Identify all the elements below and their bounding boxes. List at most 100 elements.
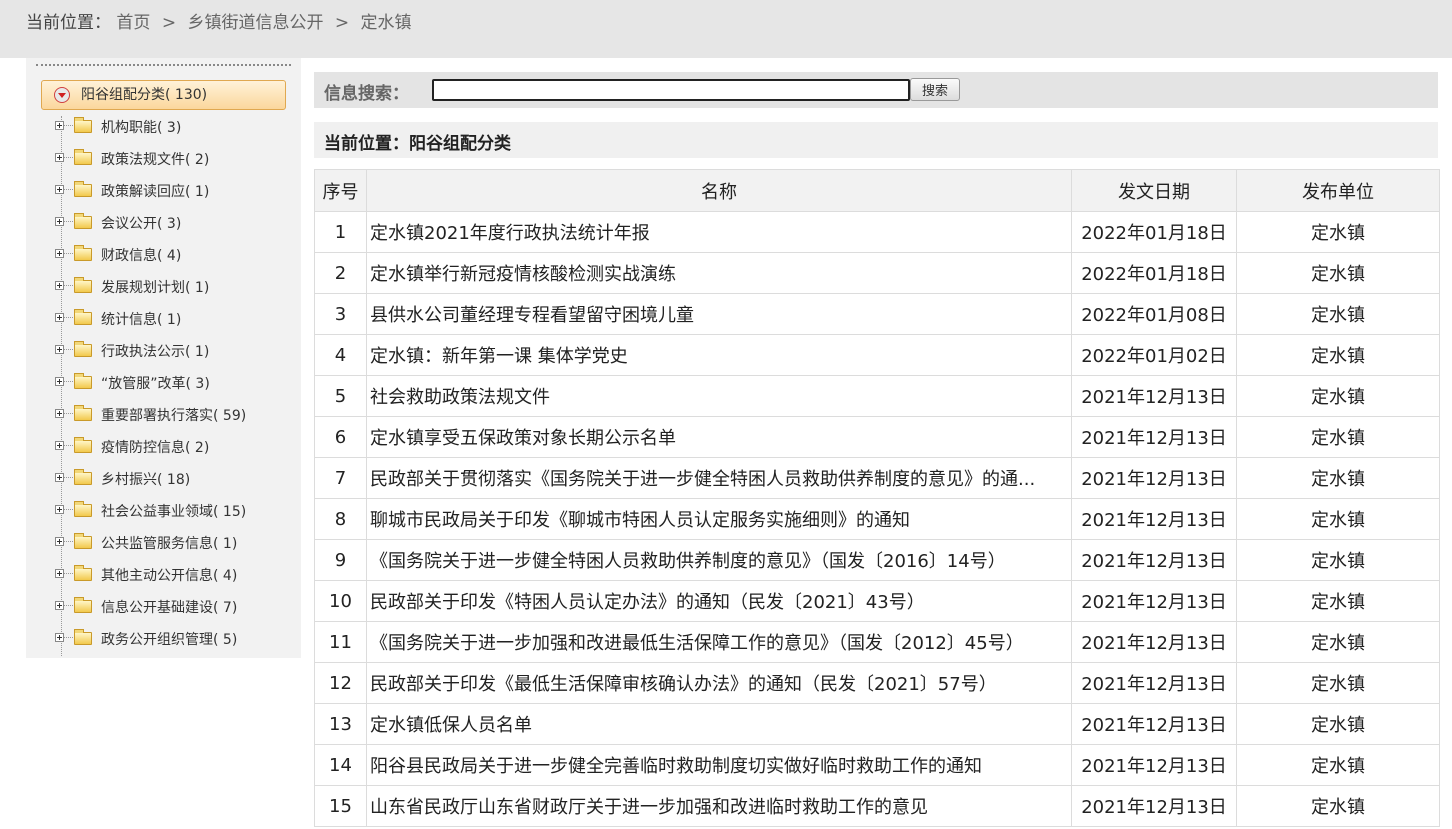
expand-icon[interactable] (55, 537, 64, 546)
tree-item[interactable]: 行政执法公示( 1) (55, 340, 295, 364)
table-row: 10 民政部关于印发《特困人员认定办法》的通知（民发〔2021〕43号） 2021年… (314, 580, 1440, 622)
expand-icon[interactable] (55, 313, 64, 322)
tree-item[interactable]: 其他主动公开信息( 4) (55, 564, 295, 588)
folder-icon (74, 565, 92, 581)
publisher: 定水镇 (1236, 375, 1440, 417)
document-title-link[interactable]: 定水镇：新年第一课 集体学党史 (366, 334, 1072, 376)
document-title-link[interactable]: 民政部关于印发《最低生活保障审核确认办法》的通知（民发〔2021〕57号） (366, 662, 1072, 704)
row-index: 3 (314, 293, 367, 335)
tree-item[interactable]: 社会公益事业领域( 15) (55, 500, 295, 524)
tree-connector (64, 509, 73, 510)
document-title-link[interactable]: 县供水公司董经理专程看望留守困境儿童 (366, 293, 1072, 335)
collapse-icon[interactable] (54, 87, 70, 103)
tree-item-label[interactable]: 发展规划计划( 1) (101, 276, 209, 300)
document-title-link[interactable]: 定水镇享受五保政策对象长期公示名单 (366, 416, 1072, 458)
tree-item-label[interactable]: 重要部署执行落实( 59) (101, 404, 246, 428)
tree-item-label[interactable]: 机构职能( 3) (101, 116, 181, 140)
tree-item[interactable]: 信息公开基础建设( 7) (55, 596, 295, 620)
expand-icon[interactable] (55, 601, 64, 610)
search-input[interactable] (432, 79, 910, 101)
expand-icon[interactable] (55, 217, 64, 226)
tree-item[interactable]: 政策解读回应( 1) (55, 180, 295, 204)
tree-item-label[interactable]: “放管服”改革( 3) (101, 372, 210, 396)
tree-item[interactable]: 发展规划计划( 1) (55, 276, 295, 300)
tree-connector (64, 125, 73, 126)
expand-icon[interactable] (55, 633, 64, 642)
tree-item-label[interactable]: 其他主动公开信息( 4) (101, 564, 237, 588)
publish-date: 2022年01月02日 (1071, 334, 1237, 376)
tree-item-label[interactable]: 行政执法公示( 1) (101, 340, 209, 364)
table-row: 4 定水镇：新年第一课 集体学党史 2022年01月02日 定水镇 (314, 334, 1440, 376)
breadcrumb-current-link[interactable]: 定水镇 (361, 13, 412, 33)
tree-item-label[interactable]: 疫情防控信息( 2) (101, 436, 209, 460)
document-title-link[interactable]: 社会救助政策法规文件 (366, 375, 1072, 417)
search-button[interactable]: 搜索 (910, 78, 960, 101)
publisher: 定水镇 (1236, 662, 1440, 704)
document-title-link[interactable]: 定水镇低保人员名单 (366, 703, 1072, 745)
expand-icon[interactable] (55, 153, 64, 162)
document-title-link[interactable]: 《国务院关于进一步健全特困人员救助供养制度的意见》（国发〔2016〕14号） (366, 539, 1072, 581)
document-title-link[interactable]: 阳谷县民政局关于进一步健全完善临时救助制度切实做好临时救助工作的通知 (366, 744, 1072, 786)
folder-icon (74, 245, 92, 261)
breadcrumb-home-link[interactable]: 首页 (116, 13, 150, 33)
expand-icon[interactable] (55, 441, 64, 450)
tree-item-label[interactable]: 政务公开组织管理( 5) (101, 628, 237, 652)
expand-icon[interactable] (55, 473, 64, 482)
tree-item[interactable]: 统计信息( 1) (55, 308, 295, 332)
publish-date: 2021年12月13日 (1071, 580, 1237, 622)
tree-item-label[interactable]: 财政信息( 4) (101, 244, 181, 268)
expand-icon[interactable] (55, 121, 64, 130)
tree-item[interactable]: 重要部署执行落实( 59) (55, 404, 295, 428)
expand-icon[interactable] (55, 377, 64, 386)
publish-date: 2021年12月13日 (1071, 457, 1237, 499)
expand-icon[interactable] (55, 345, 64, 354)
expand-icon[interactable] (55, 185, 64, 194)
row-index: 6 (314, 416, 367, 458)
document-title-link[interactable]: 民政部关于贯彻落实《国务院关于进一步健全特困人员救助供养制度的意见》的通... (366, 457, 1072, 499)
tree-item-label[interactable]: 政策法规文件( 2) (101, 148, 209, 172)
tree-item-label[interactable]: 政策解读回应( 1) (101, 180, 209, 204)
tree-item[interactable]: 公共监管服务信息( 1) (55, 532, 295, 556)
tree-item[interactable]: “放管服”改革( 3) (55, 372, 295, 396)
publish-date: 2021年12月13日 (1071, 621, 1237, 663)
publisher: 定水镇 (1236, 621, 1440, 663)
document-list-table: 序号 名称 发文日期 发布单位 1 定水镇2021年度行政执法统计年报 2022年0… (314, 169, 1440, 827)
tree-item[interactable]: 政务公开组织管理( 5) (55, 628, 295, 652)
document-title-link[interactable]: 聊城市民政局关于印发《聊城市特困人员认定服务实施细则》的通知 (366, 498, 1072, 540)
tree-item[interactable]: 财政信息( 4) (55, 244, 295, 268)
expand-icon[interactable] (55, 249, 64, 258)
tree-item[interactable]: 政策法规文件( 2) (55, 148, 295, 172)
expand-icon[interactable] (55, 281, 64, 290)
document-title-link[interactable]: 《国务院关于进一步加强和改进最低生活保障工作的意见》（国发〔2012〕45号） (366, 621, 1072, 663)
current-location-title: 当前位置：阳谷组配分类 (324, 134, 511, 154)
tree-item[interactable]: 疫情防控信息( 2) (55, 436, 295, 460)
table-row: 2 定水镇举行新冠疫情核酸检测实战演练 2022年01月18日 定水镇 (314, 252, 1440, 294)
tree-item-label[interactable]: 公共监管服务信息( 1) (101, 532, 237, 556)
breadcrumb-township-link[interactable]: 乡镇街道信息公开 (187, 13, 323, 33)
header-index: 序号 (314, 169, 367, 212)
tree-connector (64, 413, 73, 414)
tree-item-label[interactable]: 会议公开( 3) (101, 212, 181, 236)
folder-icon (74, 149, 92, 165)
tree-root-node[interactable]: 阳谷组配分类( 130) (41, 80, 286, 110)
table-row: 13 定水镇低保人员名单 2021年12月13日 定水镇 (314, 703, 1440, 745)
tree-item-label[interactable]: 信息公开基础建设( 7) (101, 596, 237, 620)
header-publisher: 发布单位 (1236, 169, 1440, 212)
tree-item-label[interactable]: 统计信息( 1) (101, 308, 181, 332)
folder-icon (74, 501, 92, 517)
tree-item-label[interactable]: 社会公益事业领域( 15) (101, 500, 246, 524)
expand-icon[interactable] (55, 569, 64, 578)
tree-item[interactable]: 乡村振兴( 18) (55, 468, 295, 492)
document-title-link[interactable]: 定水镇2021年度行政执法统计年报 (366, 211, 1072, 253)
tree-item-label[interactable]: 乡村振兴( 18) (101, 468, 190, 492)
folder-icon (74, 405, 92, 421)
document-title-link[interactable]: 定水镇举行新冠疫情核酸检测实战演练 (366, 252, 1072, 294)
tree-item[interactable]: 会议公开( 3) (55, 212, 295, 236)
document-title-link[interactable]: 山东省民政厅山东省财政厅关于进一步加强和改进临时救助工作的意见 (366, 785, 1072, 827)
expand-icon[interactable] (55, 409, 64, 418)
document-title-link[interactable]: 民政部关于印发《特困人员认定办法》的通知（民发〔2021〕43号） (366, 580, 1072, 622)
tree-connector (64, 605, 73, 606)
tree-item[interactable]: 机构职能( 3) (55, 116, 295, 140)
expand-icon[interactable] (55, 505, 64, 514)
publish-date: 2021年12月13日 (1071, 539, 1237, 581)
